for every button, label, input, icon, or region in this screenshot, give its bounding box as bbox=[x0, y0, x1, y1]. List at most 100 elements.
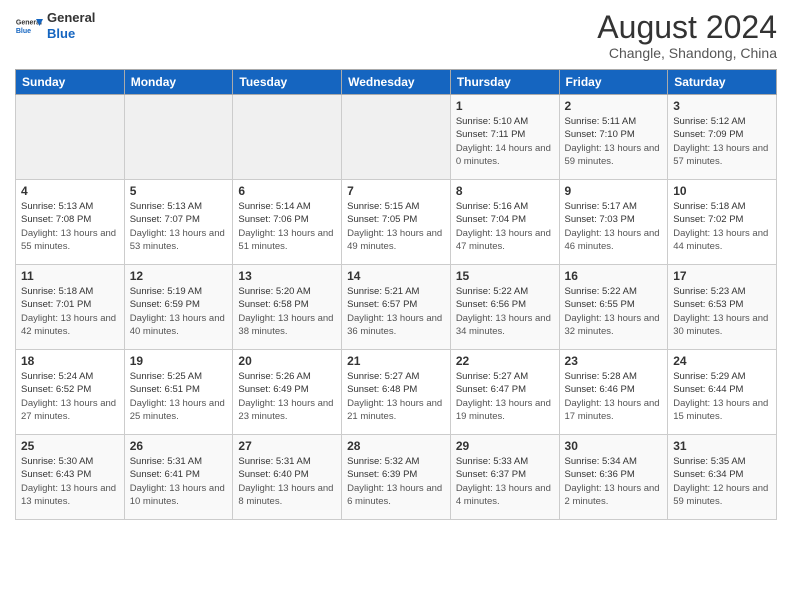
day-info: Sunrise: 5:26 AMSunset: 6:49 PMDaylight:… bbox=[238, 370, 336, 423]
calendar-day: 7 Sunrise: 5:15 AMSunset: 7:05 PMDaylight… bbox=[342, 180, 451, 265]
calendar-day: 27 Sunrise: 5:31 AMSunset: 6:40 PMDayligh… bbox=[233, 435, 342, 520]
daylight-label: Daylight: 13 hours and 17 minutes. bbox=[565, 398, 660, 422]
header: General Blue General Blue August 2024 Ch… bbox=[15, 10, 777, 61]
day-number: 7 bbox=[347, 184, 445, 198]
header-tuesday: Tuesday bbox=[233, 70, 342, 95]
day-number: 15 bbox=[456, 269, 554, 283]
header-thursday: Thursday bbox=[450, 70, 559, 95]
day-number: 30 bbox=[565, 439, 663, 453]
calendar-day: 12 Sunrise: 5:19 AMSunset: 6:59 PMDayligh… bbox=[124, 265, 233, 350]
daylight-label: Daylight: 13 hours and 21 minutes. bbox=[347, 398, 442, 422]
day-info: Sunrise: 5:18 AMSunset: 7:02 PMDaylight:… bbox=[673, 200, 771, 253]
calendar-table: Sunday Monday Tuesday Wednesday Thursday… bbox=[15, 69, 777, 520]
header-wednesday: Wednesday bbox=[342, 70, 451, 95]
calendar-header-row: Sunday Monday Tuesday Wednesday Thursday… bbox=[16, 70, 777, 95]
day-info: Sunrise: 5:12 AMSunset: 7:09 PMDaylight:… bbox=[673, 115, 771, 168]
day-info: Sunrise: 5:13 AMSunset: 7:08 PMDaylight:… bbox=[21, 200, 119, 253]
daylight-label: Daylight: 13 hours and 10 minutes. bbox=[130, 483, 225, 507]
day-info: Sunrise: 5:16 AMSunset: 7:04 PMDaylight:… bbox=[456, 200, 554, 253]
day-info: Sunrise: 5:21 AMSunset: 6:57 PMDaylight:… bbox=[347, 285, 445, 338]
day-number: 17 bbox=[673, 269, 771, 283]
day-number: 16 bbox=[565, 269, 663, 283]
day-info: Sunrise: 5:33 AMSunset: 6:37 PMDaylight:… bbox=[456, 455, 554, 508]
day-number: 10 bbox=[673, 184, 771, 198]
day-info: Sunrise: 5:35 AMSunset: 6:34 PMDaylight:… bbox=[673, 455, 771, 508]
day-number: 27 bbox=[238, 439, 336, 453]
calendar-day: 23 Sunrise: 5:28 AMSunset: 6:46 PMDayligh… bbox=[559, 350, 668, 435]
day-number: 4 bbox=[21, 184, 119, 198]
day-info: Sunrise: 5:22 AMSunset: 6:56 PMDaylight:… bbox=[456, 285, 554, 338]
day-number: 31 bbox=[673, 439, 771, 453]
day-info: Sunrise: 5:17 AMSunset: 7:03 PMDaylight:… bbox=[565, 200, 663, 253]
location-subtitle: Changle, Shandong, China bbox=[597, 45, 777, 61]
day-info: Sunrise: 5:10 AMSunset: 7:11 PMDaylight:… bbox=[456, 115, 554, 168]
day-info: Sunrise: 5:28 AMSunset: 6:46 PMDaylight:… bbox=[565, 370, 663, 423]
logo-blue: Blue bbox=[47, 26, 75, 41]
daylight-label: Daylight: 13 hours and 23 minutes. bbox=[238, 398, 333, 422]
calendar-day: 2Sunrise: 5:11 AMSunset: 7:10 PMDaylight… bbox=[559, 95, 668, 180]
day-info: Sunrise: 5:14 AMSunset: 7:06 PMDaylight:… bbox=[238, 200, 336, 253]
logo-icon: General Blue bbox=[15, 12, 43, 40]
calendar-day: 15 Sunrise: 5:22 AMSunset: 6:56 PMDayligh… bbox=[450, 265, 559, 350]
day-number: 19 bbox=[130, 354, 228, 368]
daylight-label: Daylight: 13 hours and 49 minutes. bbox=[347, 228, 442, 252]
daylight-label: Daylight: 13 hours and 8 minutes. bbox=[238, 483, 333, 507]
svg-text:Blue: Blue bbox=[16, 28, 31, 35]
day-info: Sunrise: 5:15 AMSunset: 7:05 PMDaylight:… bbox=[347, 200, 445, 253]
day-info: Sunrise: 5:34 AMSunset: 6:36 PMDaylight:… bbox=[565, 455, 663, 508]
calendar-day: 29Sunrise: 5:33 AMSunset: 6:37 PMDayligh… bbox=[450, 435, 559, 520]
day-info: Sunrise: 5:31 AMSunset: 6:40 PMDaylight:… bbox=[238, 455, 336, 508]
header-saturday: Saturday bbox=[668, 70, 777, 95]
day-info: Sunrise: 5:30 AMSunset: 6:43 PMDaylight:… bbox=[21, 455, 119, 508]
logo: General Blue General Blue bbox=[15, 10, 95, 41]
calendar-day: 18 Sunrise: 5:24 AMSunset: 6:52 PMDayligh… bbox=[16, 350, 125, 435]
calendar-day: 31 Sunrise: 5:35 AMSunset: 6:34 PMDayligh… bbox=[668, 435, 777, 520]
calendar-day: 13Sunrise: 5:20 AMSunset: 6:58 PMDayligh… bbox=[233, 265, 342, 350]
calendar-day: 22Sunrise: 5:27 AMSunset: 6:47 PMDayligh… bbox=[450, 350, 559, 435]
calendar-week-5: 25 Sunrise: 5:30 AMSunset: 6:43 PMDayligh… bbox=[16, 435, 777, 520]
day-number: 21 bbox=[347, 354, 445, 368]
calendar-week-4: 18 Sunrise: 5:24 AMSunset: 6:52 PMDayligh… bbox=[16, 350, 777, 435]
day-info: Sunrise: 5:23 AMSunset: 6:53 PMDaylight:… bbox=[673, 285, 771, 338]
daylight-label: Daylight: 13 hours and 55 minutes. bbox=[21, 228, 116, 252]
calendar-week-3: 11Sunrise: 5:18 AMSunset: 7:01 PMDayligh… bbox=[16, 265, 777, 350]
day-number: 18 bbox=[21, 354, 119, 368]
day-info: Sunrise: 5:27 AMSunset: 6:48 PMDaylight:… bbox=[347, 370, 445, 423]
day-number: 26 bbox=[130, 439, 228, 453]
header-friday: Friday bbox=[559, 70, 668, 95]
day-number: 8 bbox=[456, 184, 554, 198]
daylight-label: Daylight: 13 hours and 53 minutes. bbox=[130, 228, 225, 252]
calendar-day bbox=[342, 95, 451, 180]
day-number: 2 bbox=[565, 99, 663, 113]
logo-general: General bbox=[47, 10, 95, 25]
calendar-day bbox=[16, 95, 125, 180]
day-number: 23 bbox=[565, 354, 663, 368]
day-number: 20 bbox=[238, 354, 336, 368]
calendar-day: 9Sunrise: 5:17 AMSunset: 7:03 PMDaylight… bbox=[559, 180, 668, 265]
calendar-day: 21 Sunrise: 5:27 AMSunset: 6:48 PMDayligh… bbox=[342, 350, 451, 435]
day-number: 3 bbox=[673, 99, 771, 113]
day-number: 12 bbox=[130, 269, 228, 283]
day-info: Sunrise: 5:19 AMSunset: 6:59 PMDaylight:… bbox=[130, 285, 228, 338]
title-section: August 2024 Changle, Shandong, China bbox=[597, 10, 777, 61]
day-number: 28 bbox=[347, 439, 445, 453]
daylight-label: Daylight: 13 hours and 51 minutes. bbox=[238, 228, 333, 252]
calendar-day: 30 Sunrise: 5:34 AMSunset: 6:36 PMDayligh… bbox=[559, 435, 668, 520]
daylight-label: Daylight: 12 hours and 59 minutes. bbox=[673, 483, 768, 507]
calendar-day: 16Sunrise: 5:22 AMSunset: 6:55 PMDayligh… bbox=[559, 265, 668, 350]
calendar-week-1: 1Sunrise: 5:10 AMSunset: 7:11 PMDaylight… bbox=[16, 95, 777, 180]
calendar-day: 28Sunrise: 5:32 AMSunset: 6:39 PMDayligh… bbox=[342, 435, 451, 520]
day-info: Sunrise: 5:18 AMSunset: 7:01 PMDaylight:… bbox=[21, 285, 119, 338]
daylight-label: Daylight: 13 hours and 19 minutes. bbox=[456, 398, 551, 422]
calendar-day: 20 Sunrise: 5:26 AMSunset: 6:49 PMDayligh… bbox=[233, 350, 342, 435]
calendar-week-2: 4 Sunrise: 5:13 AMSunset: 7:08 PMDaylight… bbox=[16, 180, 777, 265]
calendar-day: 1Sunrise: 5:10 AMSunset: 7:11 PMDaylight… bbox=[450, 95, 559, 180]
daylight-label: Daylight: 13 hours and 27 minutes. bbox=[21, 398, 116, 422]
day-info: Sunrise: 5:24 AMSunset: 6:52 PMDaylight:… bbox=[21, 370, 119, 423]
calendar-day: 14Sunrise: 5:21 AMSunset: 6:57 PMDayligh… bbox=[342, 265, 451, 350]
daylight-label: Daylight: 13 hours and 36 minutes. bbox=[347, 313, 442, 337]
day-number: 25 bbox=[21, 439, 119, 453]
daylight-label: Daylight: 13 hours and 13 minutes. bbox=[21, 483, 116, 507]
day-info: Sunrise: 5:29 AMSunset: 6:44 PMDaylight:… bbox=[673, 370, 771, 423]
header-monday: Monday bbox=[124, 70, 233, 95]
